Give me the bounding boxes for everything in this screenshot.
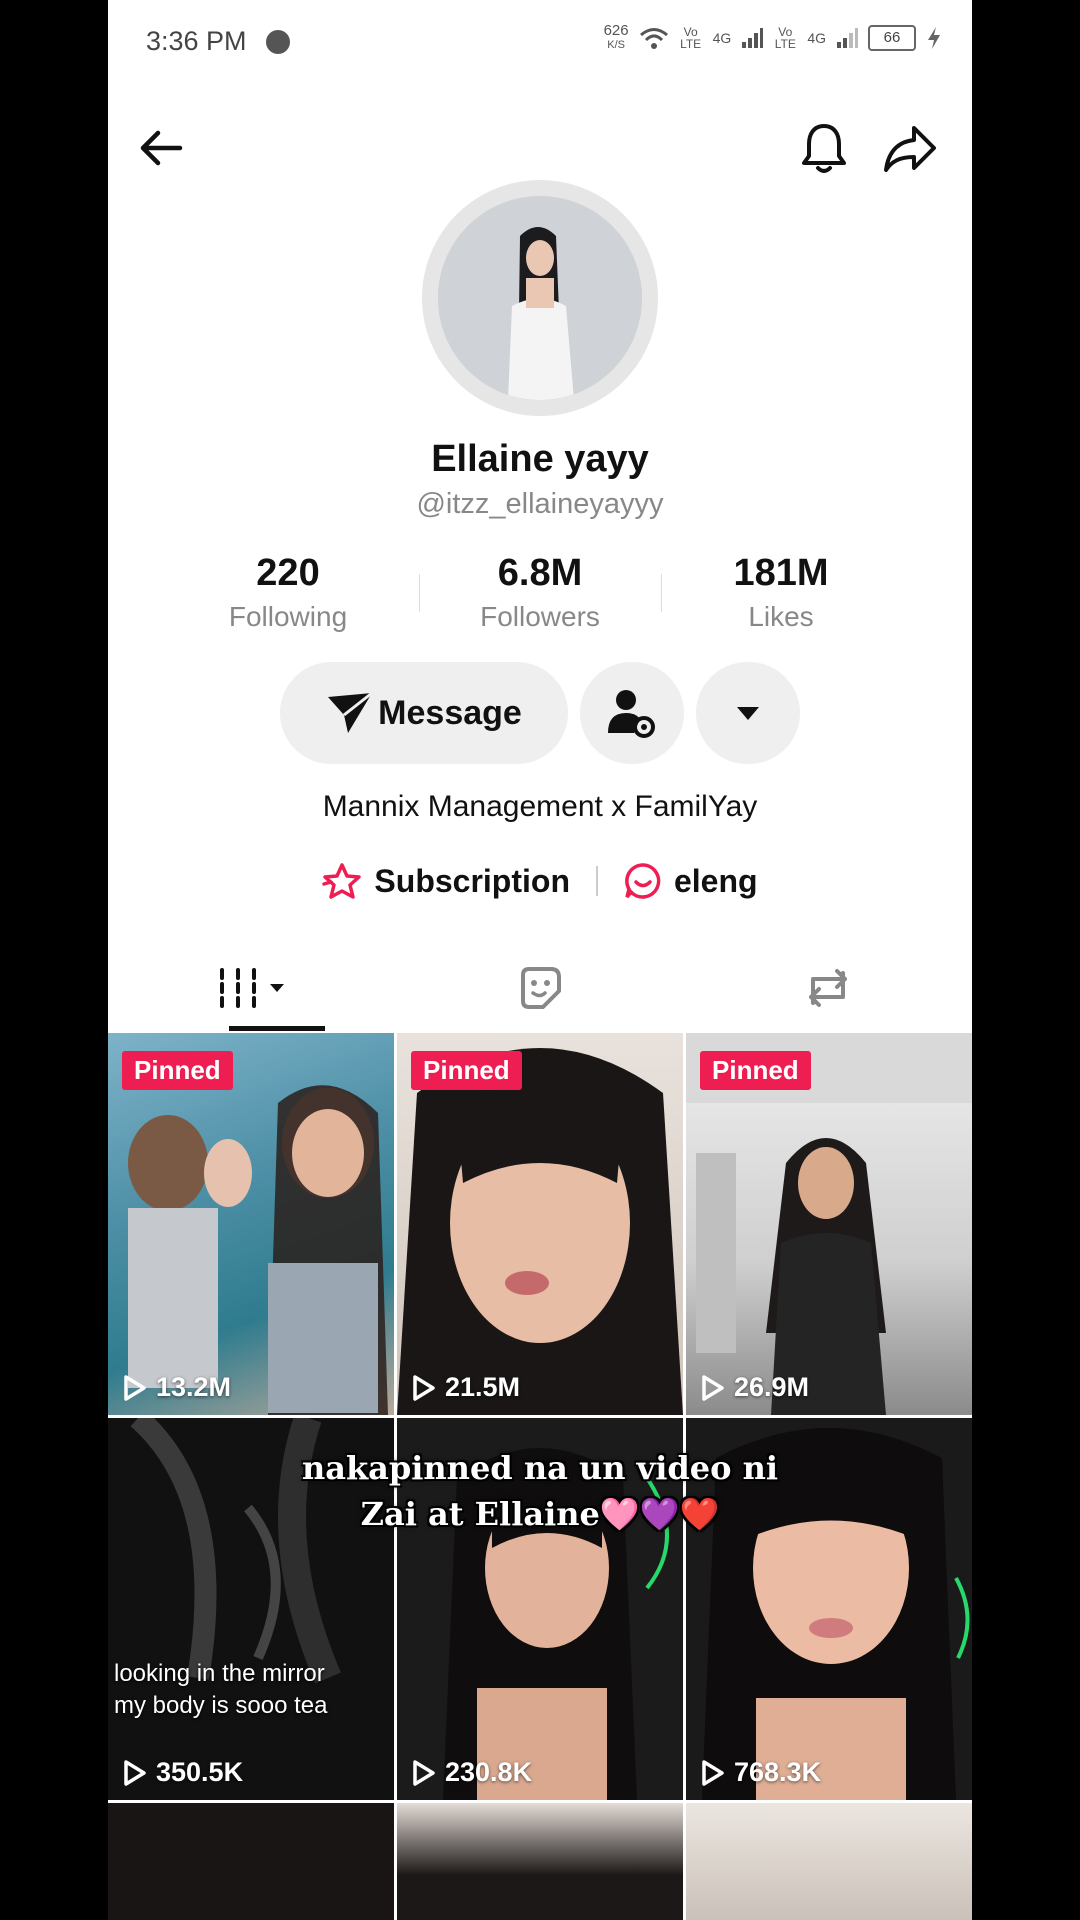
view-count-value: 26.9M (734, 1372, 810, 1402)
thumbnail-image (686, 1033, 972, 1415)
play-icon (413, 1374, 435, 1401)
pinned-badge: Pinned (700, 1051, 811, 1090)
video-overlay-caption: nakapinned na un video ni Zai at Ellaine… (108, 1445, 972, 1537)
user-settings-icon (608, 690, 655, 738)
caret-down-icon (737, 707, 759, 720)
profile-links: Subscription eleng (108, 862, 972, 900)
thumbnail-image (128, 1085, 388, 1415)
subscription-label: Subscription (374, 862, 570, 899)
followers-count: 6.8M (497, 552, 583, 594)
repost-icon (809, 969, 847, 1007)
net-type-1: 4G (712, 30, 732, 46)
messenger-icon (266, 30, 290, 54)
tab-videos[interactable] (108, 945, 396, 1031)
view-count: 230.8K (411, 1757, 532, 1788)
view-count: 13.2M (122, 1372, 231, 1403)
followers-label: Followers (480, 601, 600, 632)
caption-line: my body is sooo tea (114, 1692, 328, 1719)
video-thumbnail[interactable]: Pinned 26.9M (686, 1033, 972, 1415)
profile-tabs (108, 945, 972, 1031)
overlay-line-1: nakapinned na un video ni (301, 1449, 779, 1487)
avatar-photo (438, 196, 642, 400)
charging-icon (928, 27, 940, 49)
status-time: 3:36 PM (146, 26, 247, 56)
eleng-label: eleng (673, 862, 758, 899)
view-count-value: 350.5K (156, 1757, 244, 1787)
view-count: 26.9M (700, 1372, 809, 1403)
chat-bubble-icon (625, 863, 661, 899)
wifi-icon (639, 28, 668, 49)
play-icon (702, 1759, 724, 1786)
view-count-value: 13.2M (156, 1372, 232, 1402)
video-thumbnail[interactable] (108, 1803, 394, 1920)
tab-liked[interactable] (396, 945, 684, 1031)
video-thumbnail[interactable] (397, 1803, 683, 1920)
message-label: Message (378, 693, 522, 732)
likes-label: Likes (748, 601, 814, 632)
stat-followers[interactable]: 6.8M Followers (420, 552, 660, 633)
overlay-line-2: Zai at Ellaine🩷💜❤️ (360, 1495, 720, 1533)
net-type-2: 4G (807, 30, 826, 46)
view-count-value: 21.5M (445, 1372, 521, 1402)
message-button[interactable]: Message (280, 662, 568, 764)
net-speed: 626 K/S (603, 22, 629, 52)
following-count: 220 (256, 552, 320, 594)
back-arrow-icon[interactable] (132, 118, 192, 178)
volte-label-1: Vo LTE (680, 25, 702, 51)
net-speed-unit: K/S (607, 39, 625, 51)
more-options-button[interactable] (696, 662, 800, 764)
battery-icon: 66 (868, 25, 916, 51)
caption-line: looking in the mirror (114, 1660, 325, 1687)
follow-settings-button[interactable] (580, 662, 684, 764)
link-divider (595, 866, 598, 896)
video-thumbnail[interactable] (686, 1803, 972, 1920)
play-icon (413, 1759, 435, 1786)
status-bar: 3:36 PM 626 K/S Vo LTE 4G Vo LTE 4G 66 (108, 0, 972, 86)
net-speed-value: 626 (603, 22, 629, 39)
grid-icon (220, 968, 284, 1008)
stat-following[interactable]: 220 Following (168, 552, 408, 633)
stat-likes[interactable]: 181M Likes (661, 552, 901, 633)
play-icon (124, 1759, 146, 1786)
view-count: 768.3K (700, 1757, 821, 1788)
profile-bio: Mannix Management x FamilYay (322, 790, 758, 823)
video-thumbnail[interactable]: Pinned 13.2M (108, 1033, 394, 1415)
star-badge-icon (322, 863, 362, 899)
avatar[interactable] (438, 196, 642, 400)
profile-name: Ellaine yayy (431, 438, 649, 480)
subscription-link[interactable]: Subscription (322, 862, 570, 900)
active-tab-indicator (229, 1026, 325, 1031)
volte-label-2: Vo LTE (774, 25, 796, 51)
bell-icon[interactable] (794, 118, 854, 178)
view-count-value: 230.8K (445, 1757, 533, 1787)
signal-icon (742, 28, 764, 48)
pinned-badge: Pinned (411, 1051, 522, 1090)
view-count: 350.5K (122, 1757, 243, 1788)
share-icon[interactable] (880, 118, 940, 178)
video-thumbnail[interactable]: Pinned 21.5M (397, 1033, 683, 1415)
profile-screen: 3:36 PM 626 K/S Vo LTE 4G Vo LTE 4G 66 E… (108, 0, 972, 1920)
eleng-link[interactable]: eleng (624, 862, 758, 900)
pinned-badge: Pinned (122, 1051, 233, 1090)
view-count: 21.5M (411, 1372, 520, 1403)
likes-count: 181M (733, 552, 829, 594)
play-icon (124, 1374, 146, 1401)
signal-icon-2 (837, 28, 858, 48)
send-icon (328, 691, 374, 733)
tab-reposts[interactable] (684, 945, 972, 1031)
view-count-value: 768.3K (734, 1757, 822, 1787)
sticker-icon (521, 967, 561, 1009)
play-icon (702, 1374, 724, 1401)
video-caption: looking in the mirror my body is sooo te… (114, 1658, 327, 1722)
profile-handle: @itzz_ellaineyayyy (416, 488, 664, 520)
thumbnail-image (397, 1048, 683, 1415)
following-label: Following (228, 601, 348, 632)
status-icons: 626 K/S Vo LTE 4G Vo LTE 4G 66 (603, 22, 942, 52)
